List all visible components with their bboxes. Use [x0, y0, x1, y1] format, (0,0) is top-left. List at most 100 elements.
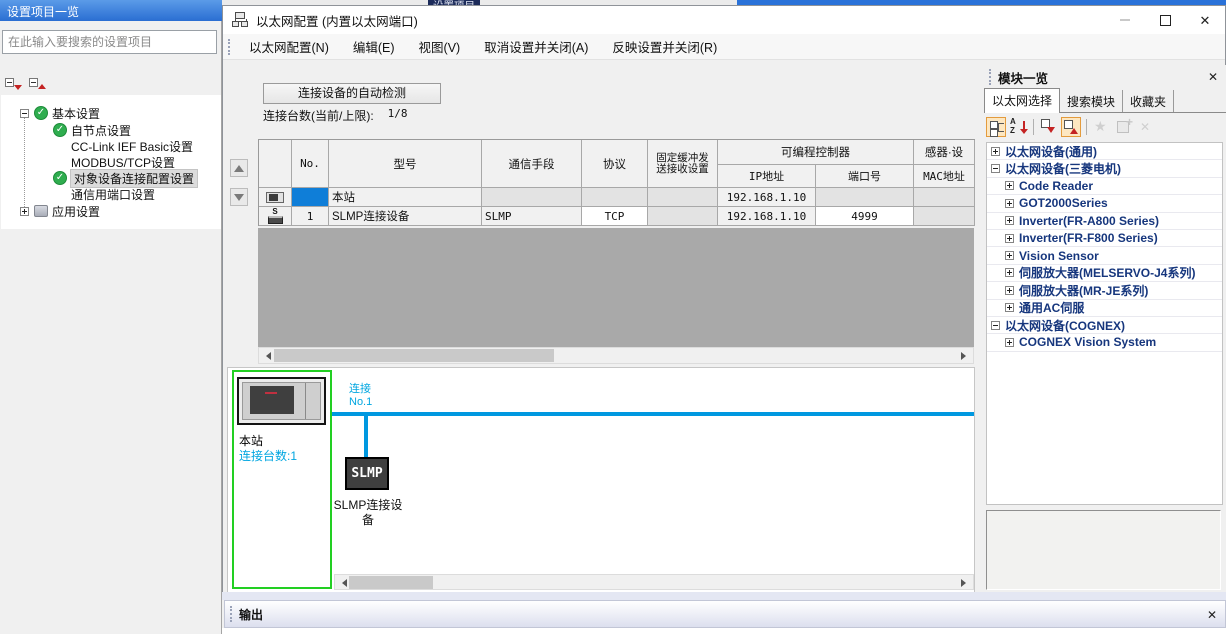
- module-item-mr-je[interactable]: 伺服放大器(MR-JE系列): [987, 282, 1222, 299]
- collapse-all-icon[interactable]: [5, 76, 23, 92]
- module-item-melservo-j4[interactable]: 伺服放大器(MELSERVO-J4系列): [987, 265, 1222, 282]
- table-cell-port: [816, 188, 914, 207]
- module-item-code-reader[interactable]: Code Reader: [987, 178, 1222, 195]
- tree-item-application-settings[interactable]: 应用设置: [1, 203, 221, 219]
- check-icon: [53, 171, 67, 185]
- diagram-horizontal-scrollbar[interactable]: [334, 574, 974, 590]
- menu-edit[interactable]: 编辑(E): [341, 33, 407, 60]
- close-button[interactable]: ✕: [1185, 6, 1225, 34]
- list-display-icon[interactable]: [986, 117, 1006, 137]
- slmp-device-label: SLMP连接设备: [332, 498, 404, 528]
- station-count-label: 连接台数:1: [239, 447, 297, 464]
- dialog-titlebar[interactable]: 以太网配置 (内置以太网端口) ✕: [223, 6, 1225, 34]
- down-arrow-icon: [234, 194, 244, 206]
- maximize-button[interactable]: [1145, 6, 1185, 34]
- module-panel-title: 模块一览: [998, 68, 1048, 87]
- scrollbar-thumb[interactable]: [274, 349, 554, 362]
- auto-detect-button[interactable]: 连接设备的自动检测: [263, 83, 441, 104]
- tree-item-basic-settings[interactable]: 基本设置: [1, 105, 221, 121]
- collapse-icon[interactable]: [991, 321, 1000, 330]
- move-row-up-button[interactable]: [230, 159, 248, 177]
- table-cell-no[interactable]: [292, 188, 329, 207]
- expand-icon[interactable]: [1005, 286, 1014, 295]
- menu-ethernet-configuration[interactable]: 以太网配置(N): [237, 33, 341, 60]
- tree-item-target-device-connection[interactable]: 对象设备连接配置设置: [1, 170, 221, 186]
- module-item-ethernet-general[interactable]: 以太网设备(通用): [987, 143, 1222, 160]
- table-cell-protocol[interactable]: TCP: [582, 207, 648, 226]
- col-header-communication: 通信手段: [482, 140, 582, 188]
- tree-item-cclink-ief-basic[interactable]: CC-Link IEF Basic设置: [1, 138, 221, 154]
- table-horizontal-scrollbar[interactable]: [258, 347, 974, 364]
- plc-image[interactable]: [237, 377, 326, 425]
- table-cell-model[interactable]: SLMP连接设备: [329, 207, 482, 226]
- collapse-icon[interactable]: [991, 164, 1000, 173]
- expand-icon[interactable]: [1005, 234, 1014, 243]
- scroll-right-icon[interactable]: [958, 348, 973, 363]
- menu-view[interactable]: 视图(V): [407, 33, 473, 60]
- expand-all-icon[interactable]: [29, 76, 47, 92]
- row-icon-cell: [259, 188, 292, 207]
- expand-icon[interactable]: [1005, 199, 1014, 208]
- group-header-plc: 可编程控制器: [718, 140, 914, 165]
- table-cell-communication[interactable]: SLMP: [482, 207, 582, 226]
- expand-icon[interactable]: [1005, 338, 1014, 347]
- scroll-left-icon[interactable]: [335, 575, 350, 590]
- menu-cancel-and-close[interactable]: 取消设置并关闭(A): [472, 33, 600, 60]
- module-panel-tabs: 以太网选择 搜索模块 收藏夹: [984, 91, 1226, 113]
- collapse-all-icon[interactable]: [1039, 117, 1059, 137]
- settings-search-input[interactable]: [2, 30, 217, 54]
- expand-icon[interactable]: [1005, 303, 1014, 312]
- col-header-model: 型号: [329, 140, 482, 188]
- minimize-button[interactable]: [1105, 6, 1145, 34]
- window-bottom-edge: [222, 628, 1226, 634]
- move-row-down-button[interactable]: [230, 188, 248, 206]
- close-icon: ✕: [1200, 14, 1211, 27]
- collapse-icon[interactable]: [20, 109, 29, 118]
- scrollbar-thumb[interactable]: [349, 576, 433, 589]
- expand-icon[interactable]: [1005, 216, 1014, 225]
- tree-item-modbus-tcp[interactable]: MODBUS/TCP设置: [1, 154, 221, 170]
- table-empty-area: [258, 228, 974, 347]
- table-cell-model[interactable]: 本站: [329, 188, 482, 207]
- host-station-area[interactable]: 本站 连接台数:1: [232, 370, 332, 589]
- col-header-mac: MAC地址: [914, 165, 975, 188]
- col-header-fixed-buffer: 固定缓冲发 送接收设置: [648, 140, 718, 188]
- close-icon[interactable]: [1205, 69, 1221, 85]
- module-item-ethernet-cognex[interactable]: 以太网设备(COGNEX): [987, 317, 1222, 334]
- module-description-box: [986, 510, 1221, 590]
- expand-icon[interactable]: [1005, 251, 1014, 260]
- table-cell-no[interactable]: 1: [292, 207, 329, 226]
- module-item-ethernet-mitsubishi[interactable]: 以太网设备(三菱电机): [987, 160, 1222, 177]
- add-to-favorites-icon[interactable]: [1114, 117, 1134, 137]
- sort-az-icon[interactable]: [1008, 117, 1028, 137]
- expand-icon[interactable]: [991, 147, 1000, 156]
- module-item-general-ac-servo[interactable]: 通用AC伺服: [987, 300, 1222, 317]
- table-cell-ip[interactable]: 192.168.1.10: [718, 207, 816, 226]
- module-item-got2000[interactable]: GOT2000Series: [987, 195, 1222, 212]
- module-item-cognex-vision[interactable]: COGNEX Vision System: [987, 334, 1222, 351]
- slmp-device-node[interactable]: SLMP: [345, 457, 389, 490]
- close-icon[interactable]: [1204, 607, 1220, 623]
- favorite-star-icon[interactable]: [1092, 117, 1112, 137]
- tree-item-own-node-settings[interactable]: 自节点设置: [1, 122, 221, 138]
- tab-find-module[interactable]: 搜索模块: [1060, 90, 1123, 112]
- module-item-inverter-fr-f800[interactable]: Inverter(FR-F800 Series): [987, 230, 1222, 247]
- table-cell-port[interactable]: 4999: [816, 207, 914, 226]
- table-cell-ip[interactable]: 192.168.1.10: [718, 188, 816, 207]
- module-item-inverter-fr-a800[interactable]: Inverter(FR-A800 Series): [987, 213, 1222, 230]
- expand-icon[interactable]: [20, 207, 29, 216]
- delete-icon[interactable]: [1136, 117, 1156, 137]
- expand-all-icon[interactable]: [1061, 117, 1081, 137]
- expand-icon[interactable]: [1005, 181, 1014, 190]
- tab-favorites[interactable]: 收藏夹: [1123, 90, 1174, 112]
- scroll-left-icon[interactable]: [259, 348, 274, 363]
- connection-count-label: 连接台数(当前/上限):: [263, 107, 374, 124]
- menu-reflect-and-close[interactable]: 反映设置并关闭(R): [600, 33, 729, 60]
- module-item-vision-sensor[interactable]: Vision Sensor: [987, 247, 1222, 264]
- tab-ethernet-selection[interactable]: 以太网选择: [984, 88, 1060, 113]
- table-cell-mac: [914, 207, 975, 226]
- scroll-right-icon[interactable]: [958, 575, 973, 590]
- col-header-ip: IP地址: [718, 165, 816, 188]
- tree-item-communication-port[interactable]: 通信用端口设置: [1, 186, 221, 202]
- expand-icon[interactable]: [1005, 268, 1014, 277]
